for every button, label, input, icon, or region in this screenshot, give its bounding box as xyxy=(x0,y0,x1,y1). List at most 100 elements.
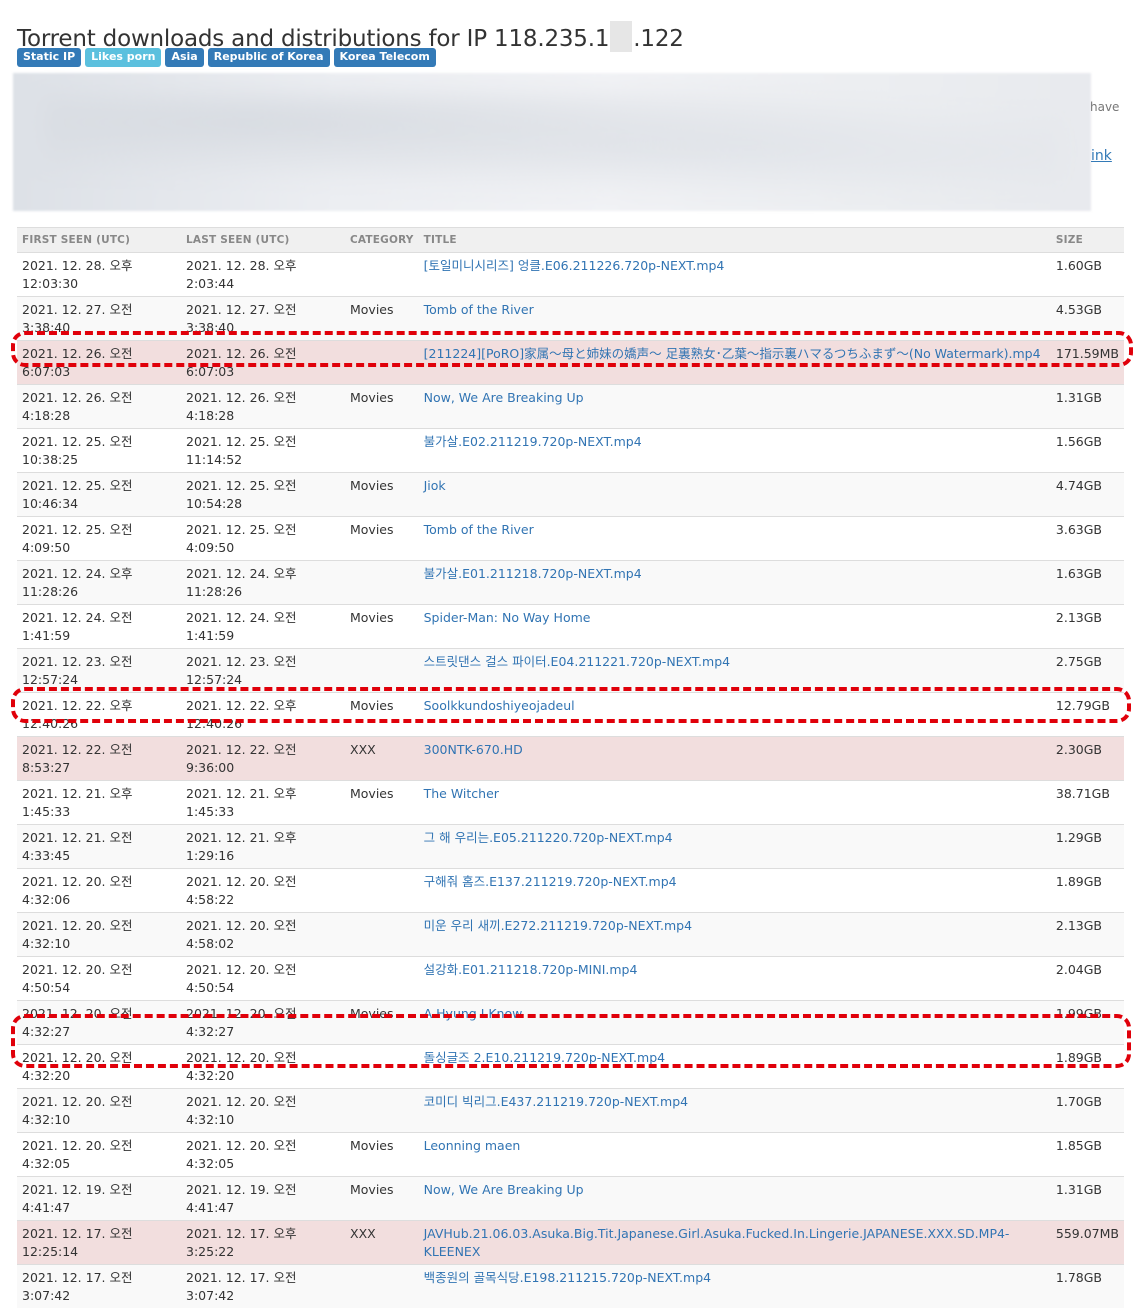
last-seen-cell: 2021. 12. 26. 오전 4:18:28 xyxy=(181,385,345,429)
notice-tail-link[interactable]: ink xyxy=(1091,148,1112,164)
first-seen-cell: 2021. 12. 28. 오후 12:03:30 xyxy=(17,253,181,297)
last-seen-cell: 2021. 12. 17. 오후 3:25:22 xyxy=(181,1221,345,1265)
last-seen-cell: 2021. 12. 20. 오전 4:32:20 xyxy=(181,1045,345,1089)
category-cell xyxy=(345,341,419,385)
torrent-title-link[interactable]: 그 해 우리는.E05.211220.720p-NEXT.mp4 xyxy=(424,830,673,845)
size-cell: 1.56GB xyxy=(1051,429,1124,473)
tag-likes-porn[interactable]: Likes porn xyxy=(85,48,161,67)
last-seen-cell: 2021. 12. 28. 오후 2:03:44 xyxy=(181,253,345,297)
torrent-title-link[interactable]: [토일미니시리즈] 엉클.E06.211226.720p-NEXT.mp4 xyxy=(424,258,725,273)
size-cell: 2.13GB xyxy=(1051,605,1124,649)
size-cell: 1.85GB xyxy=(1051,1133,1124,1177)
torrent-title-link[interactable]: 설강화.E01.211218.720p-MINI.mp4 xyxy=(424,962,638,977)
torrent-title-link[interactable]: Now, We Are Breaking Up xyxy=(424,390,584,405)
torrent-title-link[interactable]: 구해줘 홈즈.E137.211219.720p-NEXT.mp4 xyxy=(424,874,677,889)
tag-republic-of-korea[interactable]: Republic of Korea xyxy=(208,48,330,67)
table-row: 2021. 12. 21. 오전 4:33:452021. 12. 21. 오후… xyxy=(17,825,1124,869)
torrent-title-link[interactable]: 스트릿댄스 걸스 파이터.E04.211221.720p-NEXT.mp4 xyxy=(424,654,730,669)
title-cell: Jiok xyxy=(419,473,1051,517)
tag-static-ip[interactable]: Static IP xyxy=(17,48,81,67)
torrent-title-link[interactable]: The Witcher xyxy=(424,786,499,801)
torrent-title-link[interactable]: Leonning maen xyxy=(424,1138,521,1153)
size-cell: 559.07MB xyxy=(1051,1221,1124,1265)
table-row: 2021. 12. 19. 오전 4:41:472021. 12. 19. 오전… xyxy=(17,1177,1124,1221)
table-row: 2021. 12. 20. 오전 4:32:102021. 12. 20. 오전… xyxy=(17,913,1124,957)
last-seen-cell: 2021. 12. 20. 오전 4:32:10 xyxy=(181,1089,345,1133)
title-cell: Soolkkundoshiyeojadeul xyxy=(419,693,1051,737)
torrent-title-link[interactable]: 300NTK-670.HD xyxy=(424,742,523,757)
title-cell: Leonning maen xyxy=(419,1133,1051,1177)
first-seen-cell: 2021. 12. 25. 오전 10:38:25 xyxy=(17,429,181,473)
last-seen-cell: 2021. 12. 23. 오전 12:57:24 xyxy=(181,649,345,693)
torrent-title-link[interactable]: [211224][PoRO]家属～母と姉妹の嬌声～ 足裏熟女･乙葉～指示裏ハマる… xyxy=(424,346,1041,361)
torrent-title-link[interactable]: Tomb of the River xyxy=(424,302,534,317)
torrent-title-link[interactable]: Jiok xyxy=(424,478,446,493)
table-row: 2021. 12. 26. 오전 6:07:032021. 12. 26. 오전… xyxy=(17,341,1124,385)
title-cell: Tomb of the River xyxy=(419,517,1051,561)
torrent-title-link[interactable]: 불가살.E01.211218.720p-NEXT.mp4 xyxy=(424,566,642,581)
torrent-title-link[interactable]: Now, We Are Breaking Up xyxy=(424,1182,584,1197)
first-seen-cell: 2021. 12. 17. 오전 12:25:14 xyxy=(17,1221,181,1265)
title-cell: [토일미니시리즈] 엉클.E06.211226.720p-NEXT.mp4 xyxy=(419,253,1051,297)
size-cell: 12.79GB xyxy=(1051,693,1124,737)
torrent-title-link[interactable]: 돌싱글즈 2.E10.211219.720p-NEXT.mp4 xyxy=(424,1050,665,1065)
category-cell: Movies xyxy=(345,473,419,517)
table-row: 2021. 12. 17. 오전 12:25:142021. 12. 17. 오… xyxy=(17,1221,1124,1265)
table-row: 2021. 12. 20. 오전 4:50:542021. 12. 20. 오전… xyxy=(17,957,1124,1001)
title-cell: 그 해 우리는.E05.211220.720p-NEXT.mp4 xyxy=(419,825,1051,869)
category-cell xyxy=(345,957,419,1001)
first-seen-cell: 2021. 12. 20. 오전 4:32:10 xyxy=(17,1089,181,1133)
tag-korea-telecom[interactable]: Korea Telecom xyxy=(334,48,436,67)
torrent-title-link[interactable]: 미운 우리 새끼.E272.211219.720p-NEXT.mp4 xyxy=(424,918,692,933)
torrent-title-link[interactable]: 백종원의 골목식당.E198.211215.720p-NEXT.mp4 xyxy=(424,1270,711,1285)
torrent-title-link[interactable]: Spider-Man: No Way Home xyxy=(424,610,591,625)
torrent-title-link[interactable]: A Hyung I Know xyxy=(424,1006,523,1021)
table-row: 2021. 12. 24. 오전 1:41:592021. 12. 24. 오전… xyxy=(17,605,1124,649)
torrent-title-link[interactable]: Tomb of the River xyxy=(424,522,534,537)
last-seen-cell: 2021. 12. 25. 오전 4:09:50 xyxy=(181,517,345,561)
redaction-mask xyxy=(610,21,632,52)
size-cell: 1.63GB xyxy=(1051,561,1124,605)
torrent-title-link[interactable]: JAVHub.21.06.03.Asuka.Big.Tit.Japanese.G… xyxy=(424,1226,1010,1259)
size-cell: 3.63GB xyxy=(1051,517,1124,561)
first-seen-cell: 2021. 12. 23. 오전 12:57:24 xyxy=(17,649,181,693)
table-row: 2021. 12. 26. 오전 4:18:282021. 12. 26. 오전… xyxy=(17,385,1124,429)
first-seen-cell: 2021. 12. 27. 오전 3:38:40 xyxy=(17,297,181,341)
category-cell xyxy=(345,1045,419,1089)
size-cell: 2.13GB xyxy=(1051,913,1124,957)
torrent-title-link[interactable]: 불가살.E02.211219.720p-NEXT.mp4 xyxy=(424,434,642,449)
size-cell: 2.04GB xyxy=(1051,957,1124,1001)
title-cell: The Witcher xyxy=(419,781,1051,825)
size-cell: 171.59MB xyxy=(1051,341,1124,385)
category-cell: Movies xyxy=(345,297,419,341)
table-row: 2021. 12. 22. 오후 12:40:262021. 12. 22. 오… xyxy=(17,693,1124,737)
title-cell: [211224][PoRO]家属～母と姉妹の嬌声～ 足裏熟女･乙葉～指示裏ハマる… xyxy=(419,341,1051,385)
category-cell: Movies xyxy=(345,517,419,561)
table-row: 2021. 12. 27. 오전 3:38:402021. 12. 27. 오전… xyxy=(17,297,1124,341)
table-row: 2021. 12. 24. 오후 11:28:262021. 12. 24. 오… xyxy=(17,561,1124,605)
table-row: 2021. 12. 20. 오전 4:32:102021. 12. 20. 오전… xyxy=(17,1089,1124,1133)
category-cell: XXX xyxy=(345,737,419,781)
size-cell: 4.53GB xyxy=(1051,297,1124,341)
first-seen-cell: 2021. 12. 25. 오전 10:46:34 xyxy=(17,473,181,517)
table-row: 2021. 12. 20. 오전 4:32:272021. 12. 20. 오전… xyxy=(17,1001,1124,1045)
title-cell: 구해줘 홈즈.E137.211219.720p-NEXT.mp4 xyxy=(419,869,1051,913)
title-cell: Now, We Are Breaking Up xyxy=(419,385,1051,429)
category-cell: Movies xyxy=(345,1177,419,1221)
category-cell: Movies xyxy=(345,693,419,737)
col-title: TITLE xyxy=(419,228,1051,253)
first-seen-cell: 2021. 12. 22. 오후 12:40:26 xyxy=(17,693,181,737)
title-cell: Now, We Are Breaking Up xyxy=(419,1177,1051,1221)
last-seen-cell: 2021. 12. 20. 오전 4:58:22 xyxy=(181,869,345,913)
first-seen-cell: 2021. 12. 26. 오전 4:18:28 xyxy=(17,385,181,429)
last-seen-cell: 2021. 12. 24. 오후 11:28:26 xyxy=(181,561,345,605)
category-cell xyxy=(345,649,419,693)
size-cell: 1.89GB xyxy=(1051,1045,1124,1089)
title-cell: Spider-Man: No Way Home xyxy=(419,605,1051,649)
table-row: 2021. 12. 25. 오전 10:38:252021. 12. 25. 오… xyxy=(17,429,1124,473)
category-cell: Movies xyxy=(345,1001,419,1045)
first-seen-cell: 2021. 12. 20. 오전 4:32:05 xyxy=(17,1133,181,1177)
tag-asia[interactable]: Asia xyxy=(165,48,203,67)
torrent-title-link[interactable]: Soolkkundoshiyeojadeul xyxy=(424,698,575,713)
first-seen-cell: 2021. 12. 20. 오전 4:32:10 xyxy=(17,913,181,957)
